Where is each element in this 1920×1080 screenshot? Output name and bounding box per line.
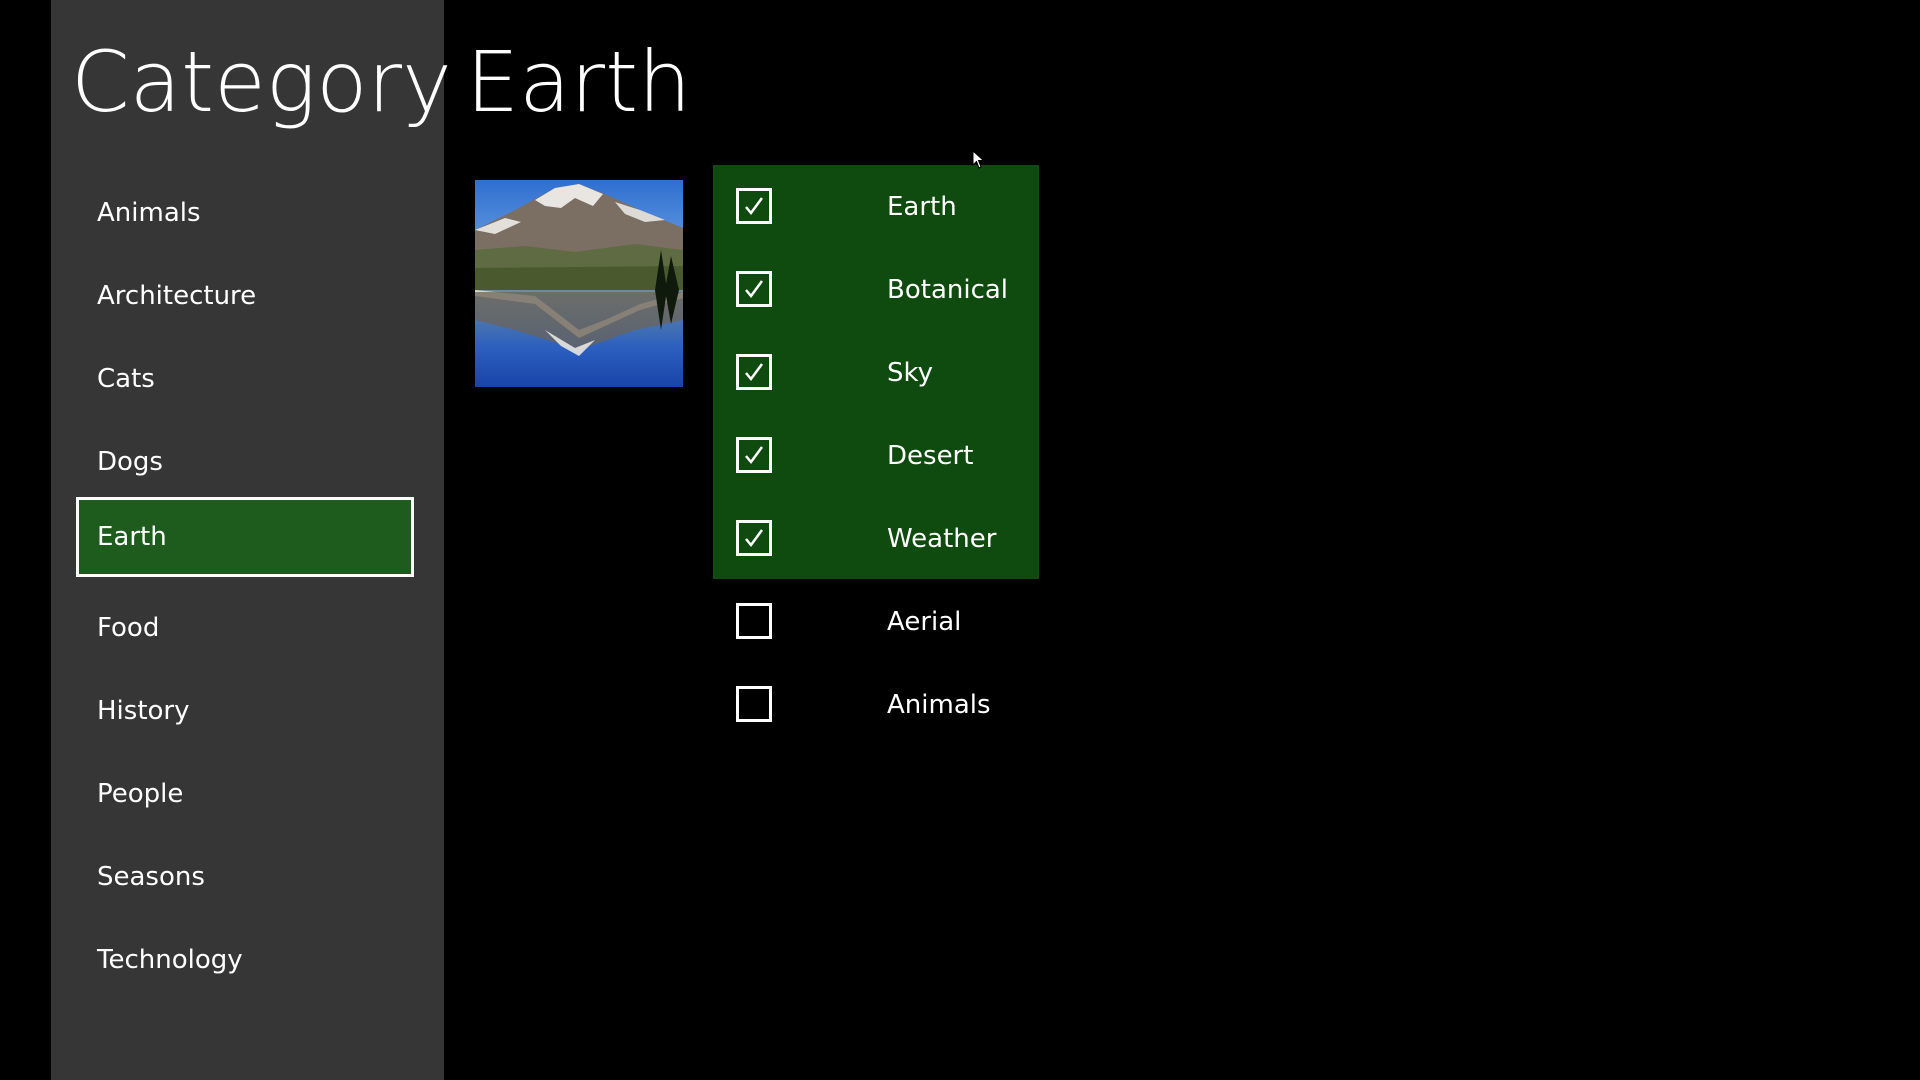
tag-label: Desert bbox=[887, 440, 974, 471]
checkbox-sky[interactable] bbox=[736, 354, 772, 390]
category-item-food[interactable]: Food bbox=[76, 588, 414, 668]
category-item-label: Earth bbox=[97, 522, 167, 552]
tag-label: Earth bbox=[887, 191, 957, 222]
category-item-label: Technology bbox=[97, 945, 243, 975]
tag-row-botanical[interactable]: Botanical bbox=[713, 248, 1039, 331]
checkbox-desert[interactable] bbox=[736, 437, 772, 473]
mountain-lake-photo-icon bbox=[475, 180, 683, 387]
mouse-cursor-icon bbox=[972, 149, 986, 174]
category-sidebar: Category Animals Architecture Cats Dogs … bbox=[51, 0, 452, 1080]
category-item-label: Cats bbox=[97, 364, 155, 394]
checkbox-weather[interactable] bbox=[736, 520, 772, 556]
tag-row-desert[interactable]: Desert bbox=[713, 414, 1039, 497]
tag-row-aerial[interactable]: Aerial bbox=[713, 580, 1039, 663]
tag-label: Sky bbox=[887, 357, 934, 388]
tag-label: Aerial bbox=[887, 606, 962, 637]
tag-label: Botanical bbox=[887, 274, 1009, 305]
tag-row-animals[interactable]: Animals bbox=[713, 663, 1039, 746]
category-item-earth[interactable]: Earth bbox=[76, 497, 414, 577]
checkmark-icon bbox=[745, 529, 764, 548]
category-item-history[interactable]: History bbox=[76, 671, 414, 751]
category-item-architecture[interactable]: Architecture bbox=[76, 256, 414, 336]
app-window: Category Animals Architecture Cats Dogs … bbox=[0, 0, 1920, 1080]
category-item-people[interactable]: People bbox=[76, 754, 414, 834]
category-item-label: Food bbox=[97, 613, 160, 643]
category-item-animals[interactable]: Animals bbox=[76, 173, 414, 253]
tag-row-earth[interactable]: Earth bbox=[713, 165, 1039, 248]
checkbox-aerial[interactable] bbox=[736, 603, 772, 639]
tag-label: Animals bbox=[887, 689, 991, 720]
category-item-label: History bbox=[97, 696, 190, 726]
category-item-dogs[interactable]: Dogs bbox=[76, 422, 414, 502]
checkmark-icon bbox=[745, 446, 764, 465]
category-item-label: Architecture bbox=[97, 281, 257, 311]
checkmark-icon bbox=[745, 363, 764, 382]
checkbox-animals[interactable] bbox=[736, 686, 772, 722]
sidebar-title: Category bbox=[71, 33, 452, 131]
category-item-cats[interactable]: Cats bbox=[76, 339, 414, 419]
category-item-label: Seasons bbox=[97, 862, 205, 892]
category-item-technology[interactable]: Technology bbox=[76, 920, 414, 1000]
tag-row-weather[interactable]: Weather bbox=[713, 497, 1039, 580]
tag-row-sky[interactable]: Sky bbox=[713, 331, 1039, 414]
category-item-label: People bbox=[97, 779, 184, 809]
page-title: Earth bbox=[466, 33, 692, 131]
category-item-label: Dogs bbox=[97, 447, 163, 477]
category-item-label: Animals bbox=[97, 198, 201, 228]
mountain-lake-photo[interactable] bbox=[475, 180, 683, 387]
category-item-seasons[interactable]: Seasons bbox=[76, 837, 414, 917]
checkmark-icon bbox=[745, 197, 764, 216]
checkmark-icon bbox=[745, 280, 764, 299]
checkbox-earth[interactable] bbox=[736, 188, 772, 224]
checkbox-botanical[interactable] bbox=[736, 271, 772, 307]
tag-label: Weather bbox=[887, 523, 997, 554]
